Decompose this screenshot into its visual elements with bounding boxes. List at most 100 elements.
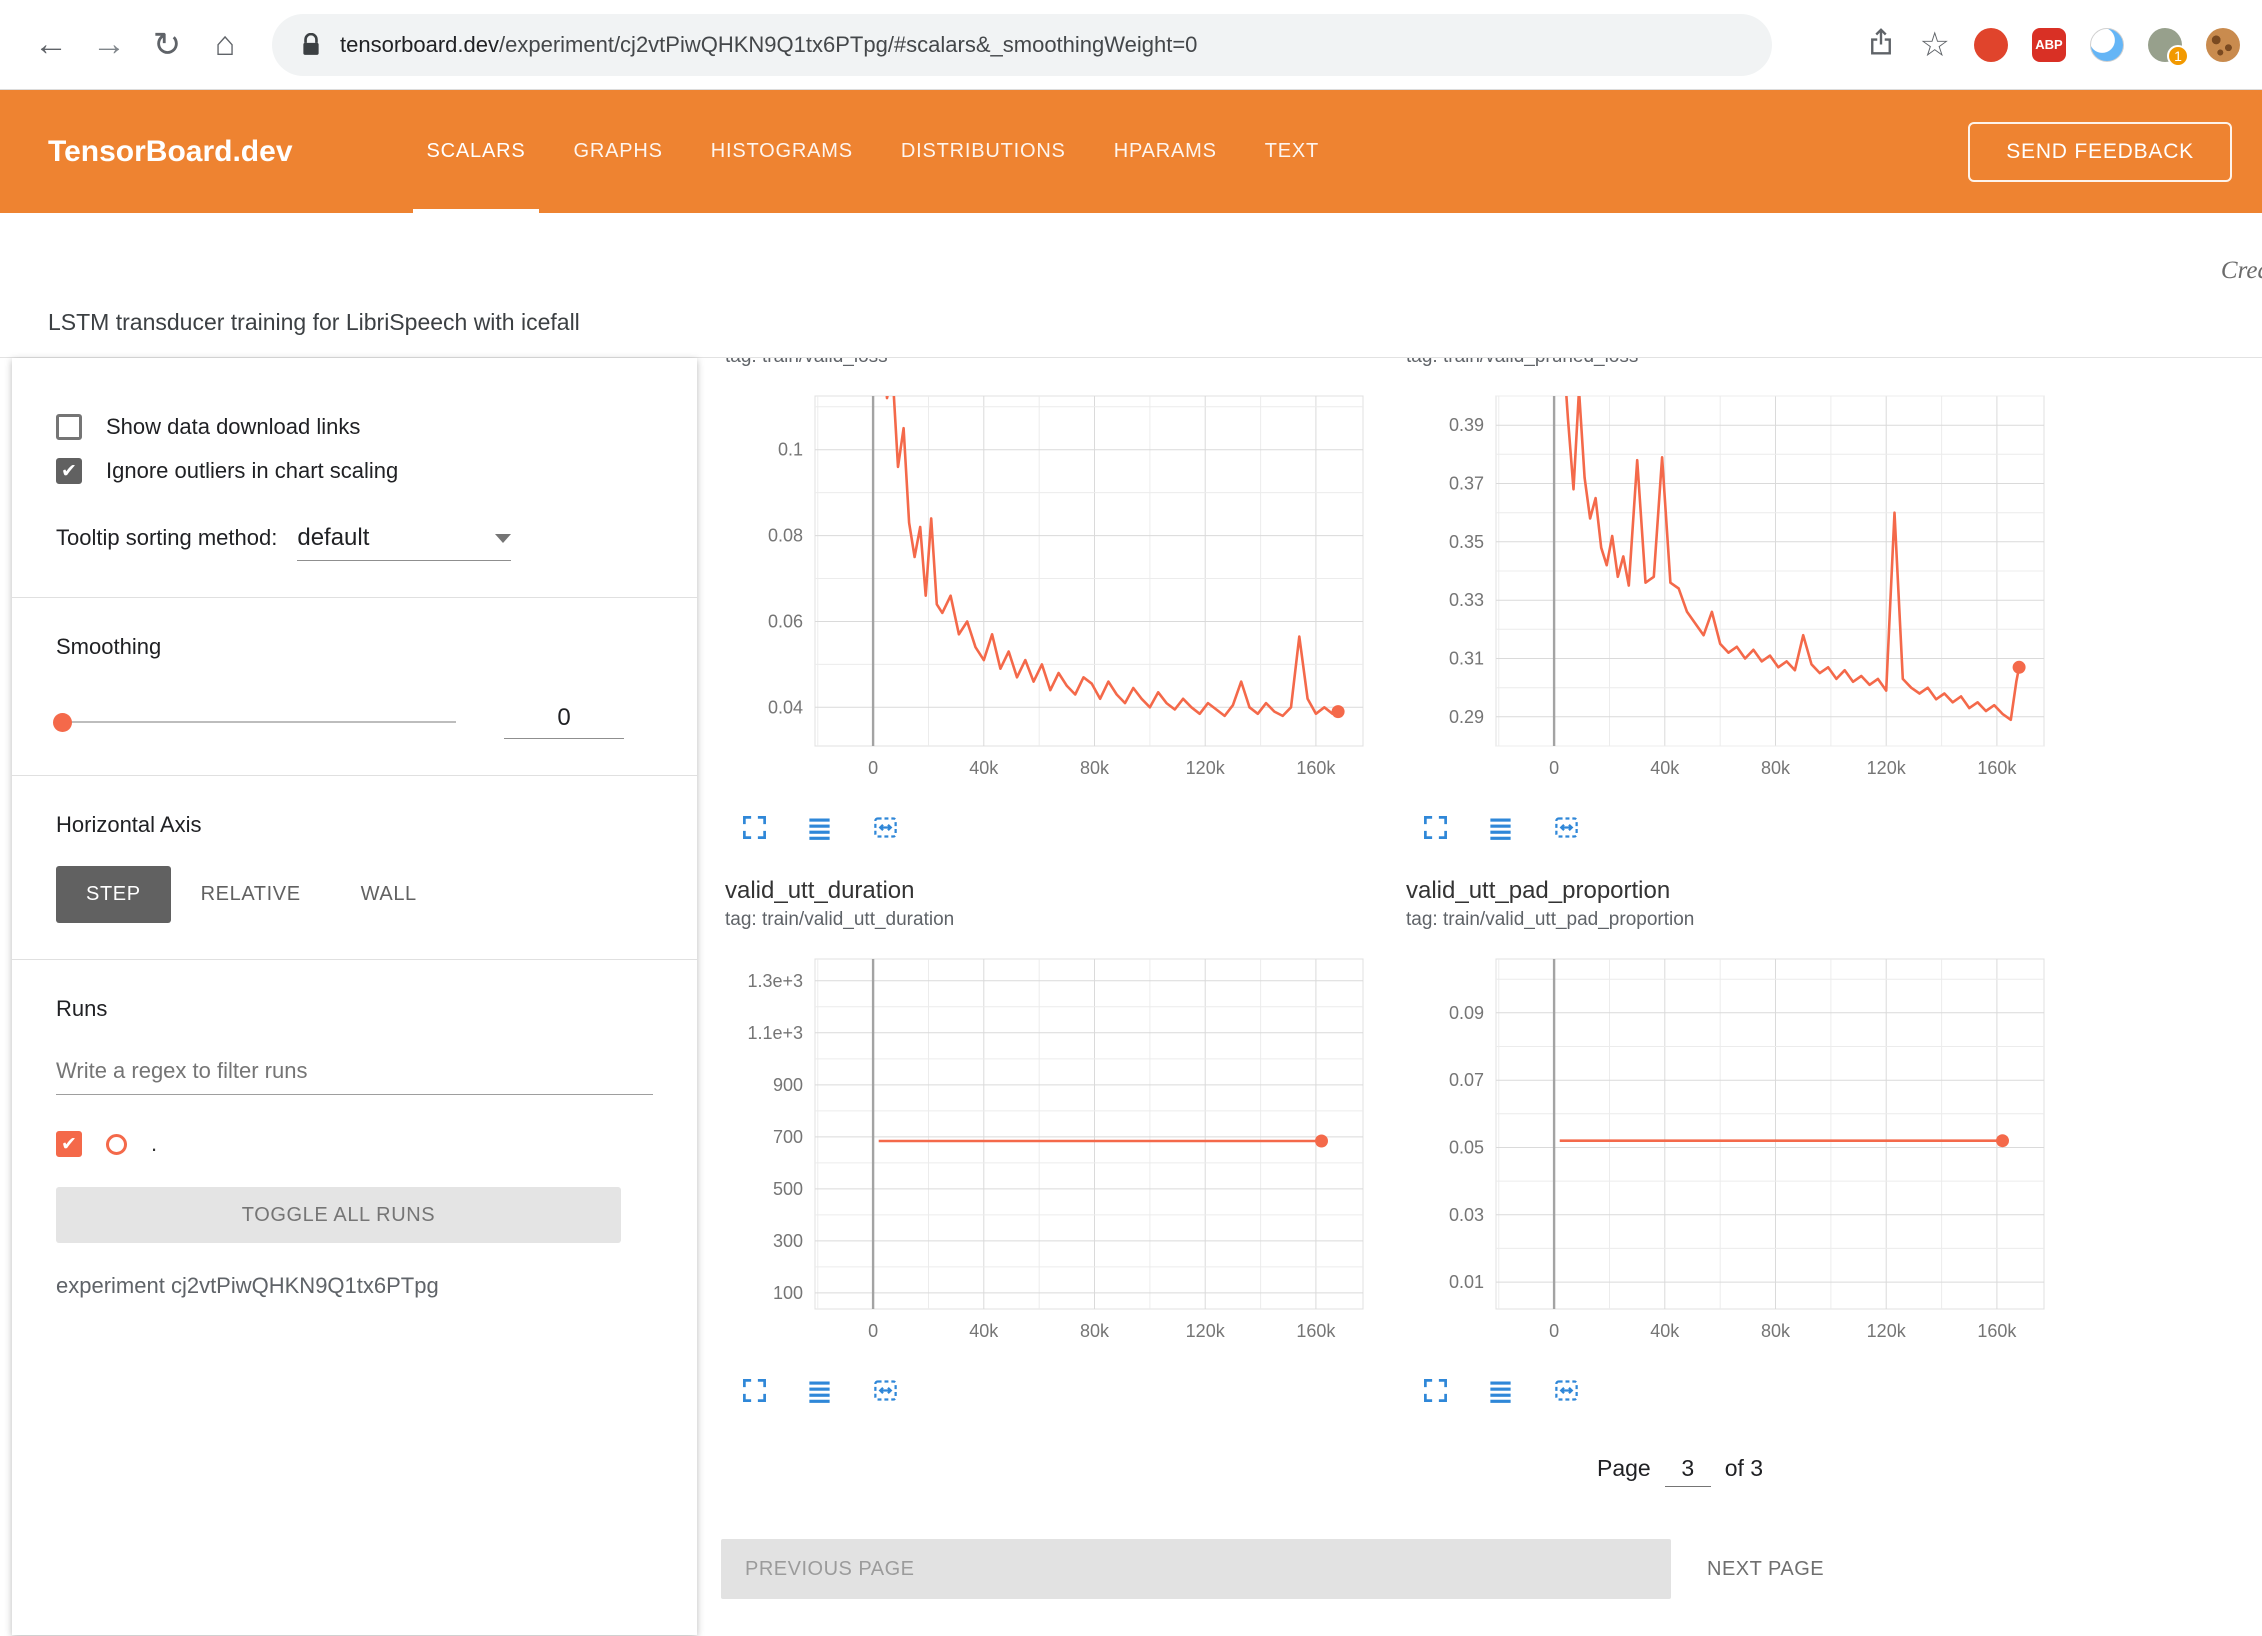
tab-scalars[interactable]: SCALARS	[403, 90, 550, 213]
svg-text:0.01: 0.01	[1449, 1272, 1484, 1292]
view-runs-button[interactable]	[1487, 814, 1514, 844]
bookmark-star-icon[interactable]: ☆	[1920, 25, 1950, 65]
axis-step-button[interactable]: STEP	[56, 866, 171, 923]
chart-plot[interactable]: 040k80k120k160k0.040.060.080.1	[725, 370, 1385, 806]
home-icon[interactable]: ⌂	[196, 16, 254, 74]
svg-text:0.1: 0.1	[778, 440, 803, 460]
reload-icon[interactable]: ↻	[138, 16, 196, 74]
browser-chrome: ← → ↻ ⌂ tensorboard.dev/experiment/cj2vt…	[0, 0, 2262, 90]
view-runs-button[interactable]	[1487, 1377, 1514, 1407]
adblock-extension-icon[interactable]	[1974, 28, 2008, 62]
next-page-button[interactable]: NEXT PAGE	[1707, 1558, 1824, 1581]
run-name: .	[151, 1131, 157, 1157]
runs-filter-input[interactable]	[56, 1048, 653, 1095]
toggle-all-runs-button[interactable]: TOGGLE ALL RUNS	[56, 1187, 621, 1243]
svg-text:0.04: 0.04	[768, 697, 803, 717]
fit-domain-button[interactable]	[871, 1377, 900, 1407]
chart-plot[interactable]: 040k80k120k160k0.290.310.330.350.370.39	[1406, 370, 2066, 806]
svg-text:80k: 80k	[1761, 1321, 1791, 1341]
smoothing-slider-thumb[interactable]	[53, 713, 72, 732]
chart-plot[interactable]: 040k80k120k160k0.010.030.050.070.09	[1406, 933, 2066, 1369]
svg-text:300: 300	[773, 1231, 803, 1251]
view-runs-button[interactable]	[806, 814, 833, 844]
svg-text:1.1e+3: 1.1e+3	[747, 1023, 803, 1043]
show-download-links-label: Show data download links	[106, 414, 360, 440]
charts-main: valid_loss tag: train/valid_loss 040k80k…	[697, 358, 2262, 1635]
svg-text:80k: 80k	[1080, 1321, 1110, 1341]
view-runs-button[interactable]	[806, 1377, 833, 1407]
tab-graphs[interactable]: GRAPHS	[549, 90, 686, 213]
svg-text:0.09: 0.09	[1449, 1003, 1484, 1023]
blue-extension-icon[interactable]	[2090, 28, 2124, 62]
chart-actions	[741, 1369, 1385, 1415]
svg-text:120k: 120k	[1867, 1321, 1907, 1341]
svg-text:900: 900	[773, 1075, 803, 1095]
abp-extension-icon[interactable]: ABP	[2032, 28, 2066, 62]
send-feedback-button[interactable]: SEND FEEDBACK	[1968, 122, 2232, 182]
axis-wall-button[interactable]: WALL	[331, 866, 447, 923]
chevron-down-icon	[495, 534, 511, 543]
tab-histograms[interactable]: HISTOGRAMS	[687, 90, 877, 213]
svg-text:160k: 160k	[1977, 758, 2017, 778]
notification-extension-icon[interactable]: 1	[2148, 28, 2182, 62]
fullscreen-button[interactable]	[741, 814, 768, 844]
page-number-input[interactable]	[1665, 1455, 1711, 1487]
svg-text:0.07: 0.07	[1449, 1070, 1484, 1090]
app-logo: TensorBoard.dev	[0, 135, 293, 169]
chart-plot[interactable]: 040k80k120k160k1003005007009001.1e+31.3e…	[725, 933, 1385, 1369]
svg-text:120k: 120k	[1867, 758, 1907, 778]
svg-text:80k: 80k	[1080, 758, 1110, 778]
smoothing-slider[interactable]	[56, 721, 456, 723]
fit-domain-icon	[871, 1377, 900, 1407]
svg-text:40k: 40k	[1650, 1321, 1680, 1341]
svg-text:120k: 120k	[1186, 1321, 1226, 1341]
chart-tag: tag: train/valid_utt_pad_proportion	[1406, 907, 2066, 933]
lines-icon	[806, 814, 833, 844]
svg-text:160k: 160k	[1296, 1321, 1336, 1341]
runs-label: Runs	[56, 996, 653, 1022]
svg-text:160k: 160k	[1977, 1321, 2017, 1341]
page-of-label: of 3	[1725, 1455, 1763, 1482]
chart-card: valid_utt_duration tag: train/valid_utt_…	[725, 877, 1385, 1415]
smoothing-value-input[interactable]	[504, 704, 624, 739]
pagination: Page of 3	[1597, 1455, 2262, 1487]
url-text: tensorboard.dev/experiment/cj2vtPiwQHKN9…	[340, 32, 1197, 58]
axis-relative-button[interactable]: RELATIVE	[171, 866, 331, 923]
url-host: tensorboard.dev	[340, 32, 499, 57]
divider	[12, 959, 697, 960]
chart-tag: tag: train/valid_loss	[725, 358, 1385, 370]
chart-card: valid_utt_pad_proportion tag: train/vali…	[1406, 877, 2066, 1415]
svg-text:0.37: 0.37	[1449, 474, 1484, 494]
svg-text:0: 0	[868, 758, 878, 778]
tab-distributions[interactable]: DISTRIBUTIONS	[877, 90, 1090, 213]
show-download-links-checkbox[interactable]	[56, 414, 82, 440]
lock-icon	[300, 33, 322, 57]
svg-text:160k: 160k	[1296, 758, 1336, 778]
ignore-outliers-checkbox[interactable]	[56, 458, 82, 484]
fullscreen-icon	[741, 814, 768, 844]
fullscreen-button[interactable]	[1422, 814, 1449, 844]
fit-domain-button[interactable]	[1552, 1377, 1581, 1407]
horizontal-axis-label: Horizontal Axis	[56, 812, 653, 838]
back-icon[interactable]: ←	[22, 16, 80, 74]
fit-domain-icon	[1552, 814, 1581, 844]
svg-text:0.06: 0.06	[768, 612, 803, 632]
tab-text[interactable]: TEXT	[1241, 90, 1343, 213]
fullscreen-button[interactable]	[1422, 1377, 1449, 1407]
chart-card: valid_loss tag: train/valid_loss 040k80k…	[725, 358, 1385, 852]
tooltip-sorting-select[interactable]: default	[297, 524, 511, 561]
tab-hparams[interactable]: HPARAMS	[1090, 90, 1241, 213]
previous-page-button[interactable]: PREVIOUS PAGE	[721, 1539, 1671, 1599]
fit-domain-button[interactable]	[871, 814, 900, 844]
share-icon[interactable]	[1866, 27, 1896, 62]
cookie-extension-icon[interactable]	[2206, 28, 2240, 62]
forward-icon[interactable]: →	[80, 16, 138, 74]
url-bar[interactable]: tensorboard.dev/experiment/cj2vtPiwQHKN9…	[272, 14, 1772, 76]
fullscreen-button[interactable]	[741, 1377, 768, 1407]
run-checkbox[interactable]	[56, 1131, 82, 1157]
fullscreen-icon	[1422, 1377, 1449, 1407]
svg-text:500: 500	[773, 1179, 803, 1199]
chart-actions	[1422, 806, 2066, 852]
fit-domain-button[interactable]	[1552, 814, 1581, 844]
svg-text:0: 0	[1549, 1321, 1559, 1341]
